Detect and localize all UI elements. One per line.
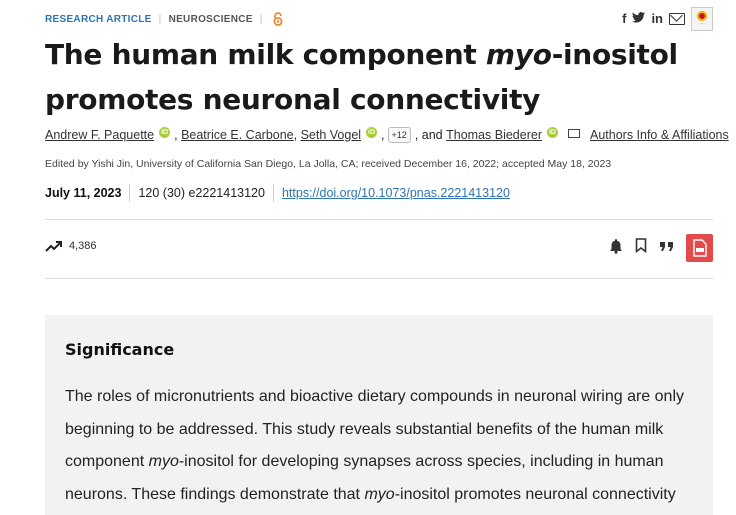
views-count: 4,386 [69,240,97,252]
article-meta: RESEARCH ARTICLE | NEUROSCIENCE | [45,11,284,27]
edited-by-line: Edited by Yishi Jin, University of Calif… [45,158,612,170]
article-type[interactable]: RESEARCH ARTICLE [45,14,152,25]
article-tools [609,234,713,262]
email-icon[interactable] [669,13,685,25]
open-access-lock-icon [272,12,284,26]
author-link[interactable]: Beatrice E. Carbone [181,128,294,142]
divider [45,278,713,279]
title-italic: myo [485,38,552,71]
significance-box: Significance The roles of micronutrients… [45,315,713,515]
comma: , [174,128,182,142]
title-text: The human milk component [45,38,486,71]
crossmark-text: ···· [699,21,705,26]
significance-italic: myo [364,485,395,503]
divider [45,219,713,220]
crossmark-dot [697,11,707,21]
facebook-icon[interactable]: f [622,11,626,27]
meta-separator: | [158,13,162,25]
pdf-icon[interactable] [686,234,713,262]
twitter-icon[interactable] [632,11,646,27]
divider [129,184,131,202]
significance-text: The roles of micronutrients and bioactiv… [65,381,695,511]
corresponding-author-email-icon[interactable] [567,128,580,138]
doi-link[interactable]: https://doi.org/10.1073/pnas.2221413120 [282,186,510,200]
cite-quote-icon[interactable] [659,239,674,257]
affiliations-link[interactable]: Authors Info & Affiliations [590,128,729,142]
bookmark-icon[interactable] [635,238,647,258]
comma: , [293,128,301,142]
linkedin-icon[interactable]: in [651,11,663,27]
orcid-icon[interactable]: iD [366,126,378,138]
article-metrics[interactable]: 4,386 [45,240,97,252]
comma: , [381,128,385,142]
more-authors-button[interactable]: +12 [387,127,411,143]
alert-bell-icon[interactable] [609,238,623,259]
divider [272,184,274,202]
significance-heading: Significance [65,340,175,359]
trending-up-icon [45,241,62,252]
orcid-icon[interactable]: iD [546,126,558,138]
significance-italic: myo [148,453,179,470]
author-link[interactable]: Andrew F. Paquette [45,128,154,142]
crossmark-badge-icon[interactable]: ···· [691,7,713,31]
publication-date: July 11, 2023 [45,186,122,200]
significance-text-part: -inositol promotes neuronal connectivity [394,485,676,503]
and-text: , and [414,128,443,142]
citation: 120 (30) e2221413120 [138,186,265,200]
meta-separator: | [259,13,263,25]
author-link[interactable]: Thomas Biederer [446,128,542,142]
article-title: The human milk component myo-inositol pr… [45,32,705,122]
orcid-icon[interactable]: iD [159,126,171,138]
share-bar: f in ···· [622,7,713,31]
author-list: Andrew F. Paquette iD , Beatrice E. Carb… [45,126,729,143]
article-subject[interactable]: NEUROSCIENCE [169,14,253,25]
author-link[interactable]: Seth Vogel [301,128,361,142]
publication-info: July 11, 2023 120 (30) e2221413120 https… [45,184,510,202]
